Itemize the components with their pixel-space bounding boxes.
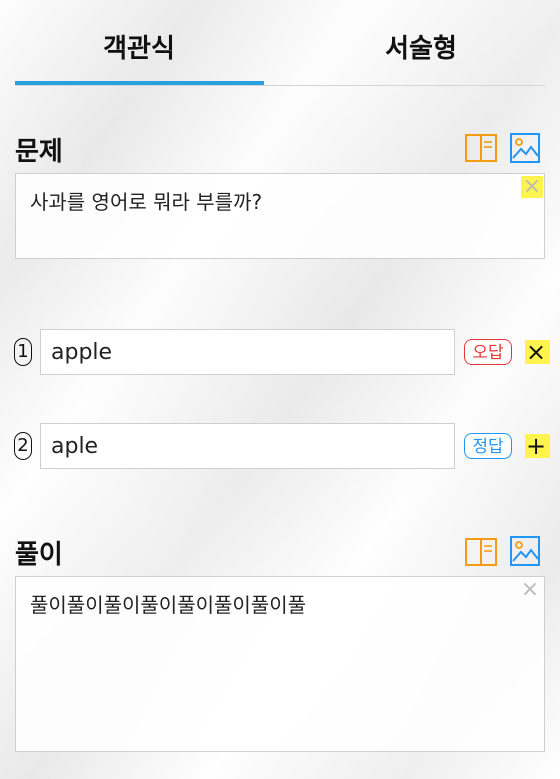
solution-title: 풀이 xyxy=(15,540,63,570)
active-tab-indicator xyxy=(15,81,264,85)
solution-textbox[interactable]: 풀이풀이풀이풀이풀이풀이풀이풀 × xyxy=(15,576,545,752)
question-clear-icon[interactable]: × xyxy=(521,176,543,198)
option-input-2[interactable]: aple xyxy=(40,423,455,469)
remove-option-icon[interactable]: × xyxy=(522,340,550,364)
option-number-1: 1 xyxy=(14,338,32,366)
option-number-2: 2 xyxy=(14,432,32,460)
question-textbox[interactable]: 사과를 영어로 뭐라 부를까? × xyxy=(15,173,545,259)
tab-multiple-choice[interactable]: 객관식 xyxy=(15,28,263,65)
solution-book-icon[interactable] xyxy=(465,538,497,568)
question-image-icon[interactable] xyxy=(510,133,542,163)
tab-descriptive[interactable]: 서술형 xyxy=(297,28,545,65)
solution-image-icon[interactable] xyxy=(510,536,542,566)
question-text: 사과를 영어로 뭐라 부를까? xyxy=(30,190,263,214)
option-status-wrong[interactable]: 오답 xyxy=(464,339,512,365)
add-option-icon[interactable]: + xyxy=(522,434,550,458)
tab-bar: 객관식 서술형 xyxy=(15,0,545,86)
solution-text: 풀이풀이풀이풀이풀이풀이풀이풀 xyxy=(30,593,306,617)
option-value-1: apple xyxy=(51,340,113,365)
question-book-icon[interactable] xyxy=(465,134,497,164)
question-title: 문제 xyxy=(15,137,63,167)
solution-clear-icon[interactable]: × xyxy=(519,579,541,601)
option-value-2: aple xyxy=(51,434,99,459)
option-input-1[interactable]: apple xyxy=(40,329,455,375)
option-status-correct[interactable]: 정답 xyxy=(464,433,512,459)
